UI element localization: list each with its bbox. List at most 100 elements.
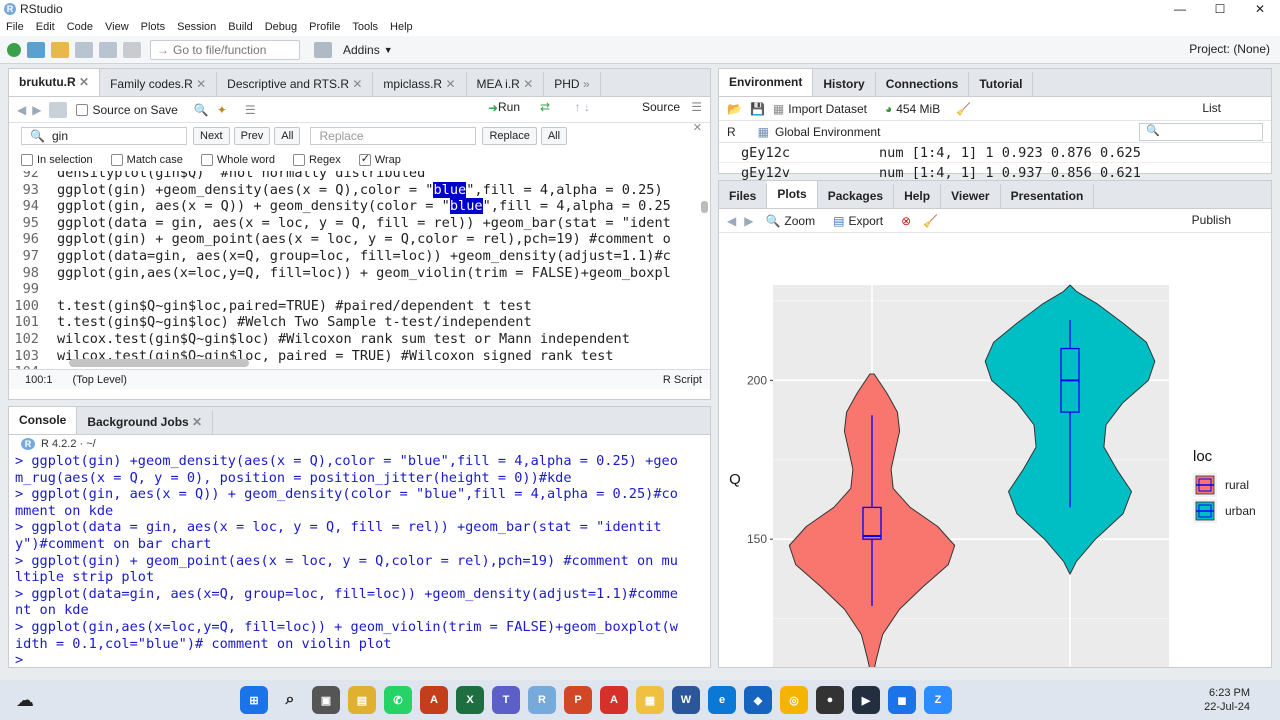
tab-files[interactable]: Files [719,184,768,208]
find-all-button[interactable]: All [274,127,301,145]
find-input[interactable]: 🔍 gin [21,127,187,145]
source-button[interactable]: Source [642,100,680,114]
match-case-checkbox[interactable] [110,154,123,166]
tab-brukutu[interactable]: brukutu.R ✕ [9,69,101,96]
list-view-button[interactable]: List [1202,101,1221,115]
outline-icon[interactable]: ☰ [245,103,256,117]
grid-layout-icon[interactable] [314,41,332,58]
replace-button[interactable]: Replace [482,127,537,145]
back-arrow-icon[interactable]: ◀ [17,103,26,117]
tab-tutorial[interactable]: Tutorial [969,72,1034,96]
tab-phd[interactable]: PHD » [544,72,601,96]
source-on-save-checkbox[interactable] [76,103,89,116]
menu-icon[interactable]: ☰ [691,100,702,114]
regex-checkbox[interactable] [292,154,305,166]
tab-mpiclass[interactable]: mpiclass.R ✕ [373,72,467,96]
run-button[interactable]: Run [498,100,520,114]
menu-tools[interactable]: Tools [346,21,384,33]
powerpoint-icon[interactable]: P [564,686,592,714]
tab-packages[interactable]: Packages [818,184,895,208]
menu-session[interactable]: Session [171,21,222,33]
chrome-icon[interactable]: ◎ [780,686,808,714]
search-icon[interactable]: 🔍 [194,103,209,117]
scope-select[interactable]: Global Environment [775,125,880,139]
forward-arrow-icon[interactable]: ▶ [32,103,41,117]
save-workspace-icon[interactable]: 💾 [750,102,765,116]
app-dot-icon[interactable]: ● [816,686,844,714]
import-dataset-button[interactable]: Import Dataset [788,102,867,116]
menu-help[interactable]: Help [384,21,419,33]
menu-debug[interactable]: Debug [259,21,303,33]
save-file-icon[interactable] [49,101,68,118]
tab-descriptive[interactable]: Descriptive and RTS.R ✕ [217,72,374,96]
replace-input[interactable]: Replace [310,127,477,145]
save-icon[interactable] [75,41,93,58]
zoom-app-icon[interactable]: Z [924,686,952,714]
weather-icon[interactable]: ☁ [16,690,34,711]
menu-view[interactable]: View [99,21,135,33]
environment-row[interactable]: gEy12c num [1:4, 1] 1 0.923 0.876 0.625 [719,143,1271,163]
tab-history[interactable]: History [813,72,876,96]
close-button[interactable]: ✕ [1240,0,1280,18]
start-icon[interactable]: ⊞ [240,686,268,714]
magic-wand-icon[interactable]: ✦ [217,103,227,117]
tab-connections[interactable]: Connections [876,72,970,96]
new-project-icon[interactable] [27,41,45,58]
prime-video-icon[interactable]: ▶ [852,686,880,714]
files-icon[interactable]: ▤ [348,686,376,714]
language-select[interactable]: R [727,125,736,139]
app-blue-icon[interactable]: ◼ [888,686,916,714]
clock[interactable]: 6:23 PM 22-Jul-24 [1204,686,1250,714]
excel-icon[interactable]: X [456,686,484,714]
access-icon[interactable]: A [420,686,448,714]
find-prev-button[interactable]: Prev [233,127,271,145]
word-icon[interactable]: W [672,686,700,714]
find-next-button[interactable]: Next [193,127,230,145]
vertical-scrollbar[interactable] [701,201,708,213]
maximize-button[interactable]: ☐ [1200,0,1240,18]
search-icon[interactable]: ⌕ [276,686,304,714]
goto-file-input[interactable]: Go to file/function [150,39,300,60]
export-button[interactable]: Export [848,214,883,228]
open-file-icon[interactable] [51,41,69,58]
scope-indicator[interactable]: (Top Level) [73,374,127,386]
environment-search-input[interactable]: 🔍 [1139,123,1263,141]
whatsapp-icon[interactable]: ✆ [384,686,412,714]
acrobat-icon[interactable]: A [600,686,628,714]
tab-help[interactable]: Help [894,184,942,208]
up-down-icon[interactable]: ↑ ↓ [575,100,590,114]
project-menu[interactable]: Project: (None) [1189,42,1270,56]
print-icon[interactable] [123,41,141,58]
clear-plots-icon[interactable]: 🧹 [923,214,938,228]
menu-edit[interactable]: Edit [30,21,61,33]
menu-build[interactable]: Build [222,21,258,33]
save-all-icon[interactable] [99,41,117,58]
tab-presentation[interactable]: Presentation [1001,184,1095,208]
prev-plot-icon[interactable]: ◀ [727,214,736,228]
replace-all-button[interactable]: All [540,127,568,145]
menu-code[interactable]: Code [61,21,99,33]
addins-menu[interactable]: Addins [343,43,380,57]
tab-environment[interactable]: Environment [719,69,814,96]
next-plot-icon[interactable]: ▶ [744,214,753,228]
zoom-button[interactable]: Zoom [784,214,815,228]
in-selection-checkbox[interactable] [21,154,33,166]
tab-background-jobs[interactable]: Background Jobs ✕ [77,410,214,434]
publish-button[interactable]: Publish [1192,213,1231,227]
file-explorer-icon[interactable]: ▦ [636,686,664,714]
tab-plots[interactable]: Plots [767,181,818,208]
code-area[interactable]: 92 densityplot(gin$Q) #not normally distr… [9,171,710,369]
whole-word-checkbox[interactable] [200,154,213,166]
edge-icon[interactable]: e [708,686,736,714]
file-type[interactable]: R Script [663,374,702,386]
close-find-icon[interactable]: ✕ [693,121,702,134]
menu-profile[interactable]: Profile [303,21,346,33]
tab-family-codes[interactable]: Family codes.R ✕ [100,72,218,96]
remove-plot-icon[interactable]: ⊗ [901,214,911,228]
tab-console[interactable]: Console [9,407,78,434]
tab-mea[interactable]: MEA i.R ✕ [467,72,545,96]
rerun-icon[interactable]: ⇄ [540,100,550,114]
load-workspace-icon[interactable]: 📂 [727,102,742,116]
broom-icon[interactable]: 🧹 [956,102,971,116]
console-output[interactable]: > ggplot(gin) +geom_density(aes(x = Q),c… [9,453,710,667]
